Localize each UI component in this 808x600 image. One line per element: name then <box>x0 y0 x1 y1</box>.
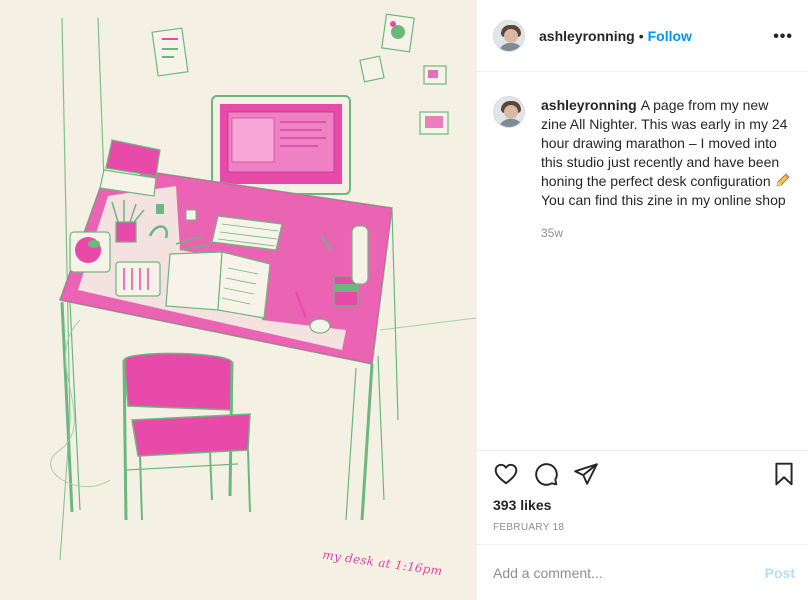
post-button[interactable]: Post <box>765 565 795 581</box>
caption-body: ashleyronning A page from my new zine All… <box>541 96 791 243</box>
action-bar: 393 likes FEBRUARY 18 <box>477 450 808 544</box>
chair <box>122 352 251 521</box>
wall-note-postcard <box>381 13 415 53</box>
caption-text-continued: You can find this zine in my online shop <box>541 192 786 208</box>
book-stack <box>99 139 161 197</box>
caption-avatar[interactable] <box>493 96 525 128</box>
post-header: ashleyronning • Follow ••• <box>477 0 808 72</box>
wall-note-clipboard <box>151 27 189 77</box>
caption-username[interactable]: ashleyronning <box>541 97 637 113</box>
pencil-icon <box>775 173 790 187</box>
likes-count[interactable]: 393 likes <box>493 497 551 513</box>
post-date[interactable]: FEBRUARY 18 <box>493 522 564 533</box>
post-image[interactable]: my desk at 1:16pm <box>0 0 476 600</box>
comments-section: ashleyronning A page from my new zine All… <box>477 72 808 450</box>
avatar[interactable] <box>493 19 525 52</box>
comment-icon[interactable] <box>533 461 559 487</box>
post-sidebar: ashleyronning • Follow ••• ashleyronning… <box>476 0 808 600</box>
share-icon[interactable] <box>573 461 599 487</box>
more-options-icon[interactable]: ••• <box>773 28 793 46</box>
caption-row: ashleyronning A page from my new zine All… <box>493 96 793 243</box>
desk-illustration <box>50 13 476 561</box>
add-comment-bar: Post <box>477 544 808 600</box>
separator-dot: • <box>638 27 644 44</box>
wall-note-cards <box>359 55 449 135</box>
header-username[interactable]: ashleyronning <box>539 28 635 44</box>
instagram-post: my desk at 1:16pm ashleyronning • Follow… <box>0 0 808 600</box>
comment-input[interactable] <box>493 564 765 581</box>
caption-time-ago[interactable]: 35w <box>541 224 791 243</box>
heart-icon[interactable] <box>493 461 519 487</box>
bookmark-icon[interactable] <box>771 461 797 487</box>
follow-button[interactable]: Follow <box>648 28 692 44</box>
